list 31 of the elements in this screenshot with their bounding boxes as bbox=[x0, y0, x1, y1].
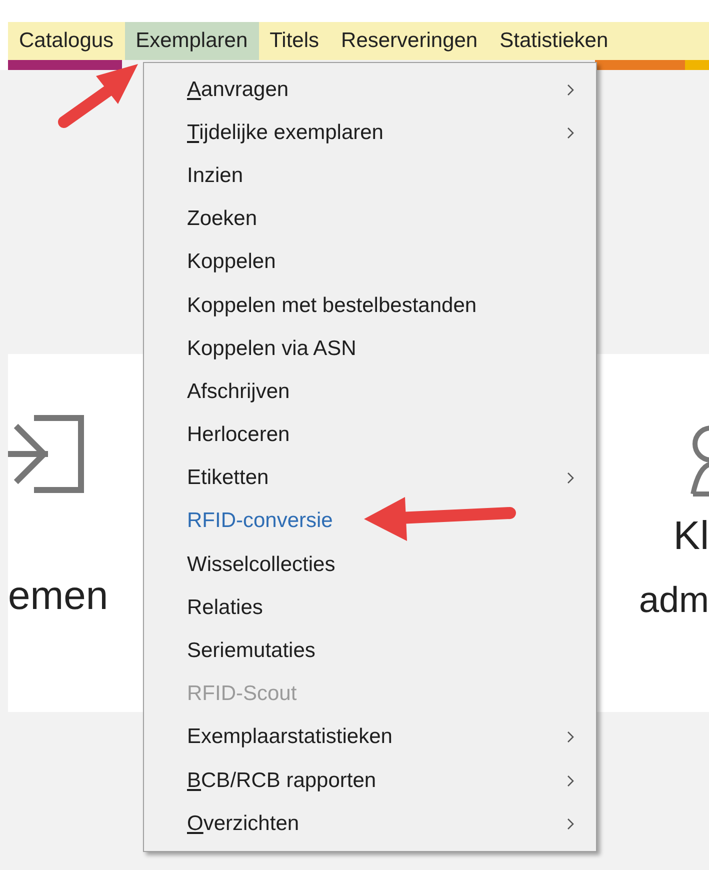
menu-item[interactable]: Koppelen met bestelbestanden bbox=[144, 284, 596, 328]
menu-item[interactable]: Wisselcollecties bbox=[144, 543, 596, 586]
menu-bar-item[interactable]: Titels bbox=[258, 22, 330, 60]
menu-item[interactable]: Koppelen bbox=[144, 240, 596, 284]
menu-item[interactable]: Etiketten bbox=[144, 456, 596, 500]
tile-title: adm bbox=[638, 578, 709, 622]
chevron-right-icon bbox=[567, 774, 574, 787]
tile-title: Kl bbox=[673, 513, 709, 560]
chevron-right-icon bbox=[567, 84, 574, 96]
menu-bar-item[interactable]: Catalogus bbox=[8, 22, 125, 60]
menu-item[interactable]: Overzichten bbox=[144, 802, 596, 846]
menu-item[interactable]: Tijdelijke exemplaren bbox=[144, 111, 596, 154]
tile-title: emen bbox=[8, 573, 108, 620]
menu-bar-item[interactable]: Exemplaren bbox=[124, 22, 259, 60]
menu-item[interactable]: RFID-conversie bbox=[144, 500, 596, 544]
chevron-right-icon bbox=[567, 731, 574, 744]
menu-item[interactable]: Exemplaarstatistieken bbox=[144, 716, 596, 759]
menu-item[interactable]: Afschrijven bbox=[144, 370, 596, 414]
chevron-right-icon bbox=[567, 472, 574, 484]
menu-bar-item[interactable]: Reserveringen bbox=[330, 22, 489, 60]
menu-item[interactable]: Seriemutaties bbox=[144, 629, 596, 673]
menu-item[interactable]: Inzien bbox=[144, 154, 596, 198]
menu-item[interactable]: Zoeken bbox=[144, 198, 596, 241]
menu-item[interactable]: Relaties bbox=[144, 586, 596, 630]
menu-item[interactable]: Aanvragen bbox=[144, 68, 596, 112]
chevron-right-icon bbox=[567, 126, 574, 139]
menu-item[interactable]: BCB/RCB rapporten bbox=[144, 759, 596, 802]
menu-bar-item[interactable]: Statistieken bbox=[488, 22, 620, 60]
chevron-right-icon bbox=[567, 818, 574, 830]
menu-item[interactable]: Herloceren bbox=[144, 414, 596, 457]
menu-item[interactable]: Koppelen via ASN bbox=[144, 327, 596, 370]
